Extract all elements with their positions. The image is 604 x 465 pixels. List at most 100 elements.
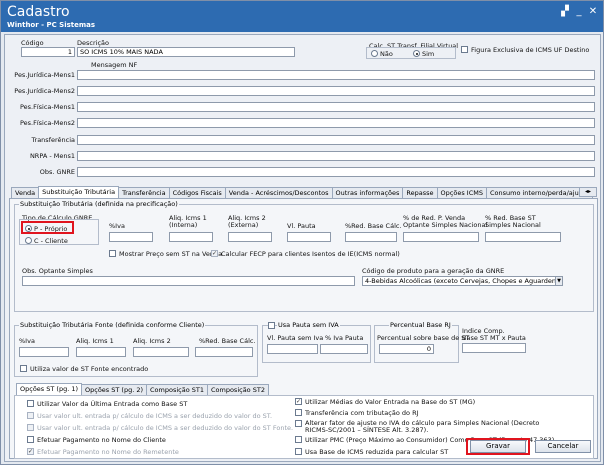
obs-optante-field[interactable] xyxy=(22,276,355,286)
indice-field[interactable] xyxy=(462,343,526,353)
tab-repasse[interactable]: Repasse xyxy=(402,187,438,198)
vl-pauta-label: Vl. Pauta sem Iva xyxy=(267,334,324,342)
fator-ajuste-checkbox[interactable] xyxy=(295,420,302,427)
red-venda-field[interactable] xyxy=(403,232,479,242)
pf-mens1-field[interactable] xyxy=(77,102,595,112)
aliq1-field[interactable] xyxy=(169,232,213,242)
option-label: Efetuar Pagamento no Nome do Cliente xyxy=(37,436,166,444)
iva-pauta-label: % Iva Pauta xyxy=(325,334,364,342)
ult-entrada-fonte-checkbox[interactable] xyxy=(27,424,34,431)
pagamento-remetente-checkbox[interactable]: ✓ xyxy=(27,448,34,455)
nao-radio[interactable] xyxy=(371,50,378,57)
iva-field[interactable] xyxy=(109,232,153,242)
tab-opcoes-st-pg1[interactable]: Opções ST (pg. 1) xyxy=(16,383,82,395)
tab-acrescimos-descontos[interactable]: Venda - Acréscimos/Descontos xyxy=(224,187,333,198)
figura-checkbox[interactable] xyxy=(461,46,468,53)
red-venda-sub-label: Optante Simples Nacional xyxy=(403,221,488,229)
option-label: Usar valor ult. entrada p/ cálculo de IC… xyxy=(37,412,273,420)
field-label: Pes.Física-Mens1 xyxy=(19,103,75,111)
fonte-aliq1-field[interactable] xyxy=(76,347,126,357)
fonte-aliq1-label: Aliq. Icms 1 xyxy=(76,337,114,345)
figura-label: Figura Exclusiva de ICMS UF Destino xyxy=(471,46,590,54)
perc-base-field[interactable]: 0 xyxy=(379,344,434,354)
st-group: Substituição Tributária (definida na pre… xyxy=(14,200,594,312)
tab-opcoes-st-pg2[interactable]: Opções ST (pg. 2) xyxy=(81,384,147,395)
pagamento-cliente-checkbox[interactable] xyxy=(27,436,34,443)
restore-icon[interactable]: ▞ xyxy=(559,7,571,17)
tab-venda[interactable]: Venda xyxy=(11,187,40,198)
codigo-field[interactable]: 1 xyxy=(21,47,75,57)
field-label: Transferência xyxy=(31,136,75,144)
sim-radio[interactable] xyxy=(413,50,420,57)
pauta-field[interactable] xyxy=(287,232,331,242)
nao-label: Não xyxy=(380,50,393,58)
main-tabstrip: Venda Substituição Tributária Transferênci… xyxy=(11,186,593,198)
transferencia-field[interactable] xyxy=(77,135,595,145)
iva-pauta-field[interactable] xyxy=(320,344,368,354)
pauta-label: Vl. Pauta xyxy=(287,222,316,230)
fecp-label: Calcular FECP para clientes Isentos de I… xyxy=(221,250,400,258)
option-label: Usa Base de ICMS reduzida para calcular … xyxy=(305,448,449,456)
usa-pauta-checkbox[interactable] xyxy=(268,322,275,329)
usa-pauta-label: Usa Pauta sem IVA xyxy=(277,321,340,329)
pj-mens1-field[interactable] xyxy=(77,70,595,80)
fecp-checkbox[interactable]: ✓ xyxy=(211,250,218,257)
fonte-iva-field[interactable] xyxy=(19,347,69,357)
aliq2-field[interactable] xyxy=(228,232,272,242)
tab-transferencia[interactable]: Transferência xyxy=(118,187,170,198)
descricao-field[interactable]: SO ICMS 10% MAIS NADA xyxy=(77,47,295,57)
option-label-cont: RICMS-SC/2001 – SÍNTESE Alt. 3.287). xyxy=(305,426,429,434)
vl-pauta-field[interactable] xyxy=(267,344,318,354)
fonte-red-base-label: %Red. Base Cálc. xyxy=(199,337,256,345)
nrpa-mens1-field[interactable] xyxy=(77,151,595,161)
red-st-field[interactable] xyxy=(485,232,561,242)
fonte-aliq2-label: Aliq. Icms 2 xyxy=(133,337,171,345)
tab-scroll-arrows[interactable]: ◂▸ xyxy=(579,187,597,197)
option-label: Transferência com tributação do RJ xyxy=(305,409,419,417)
tab-composicao-st1[interactable]: Composição ST1 xyxy=(146,384,208,395)
utiliza-fonte-checkbox[interactable] xyxy=(20,365,27,372)
cod-gnre-select[interactable]: 4-Bebidas Alcoólicas (exceto Cervejas, C… xyxy=(362,276,562,286)
pf-mens2-field[interactable] xyxy=(77,118,595,128)
cancelar-button[interactable]: Cancelar xyxy=(535,440,591,453)
perc-base-group: Percentual Base RJ Percentual sobre base… xyxy=(374,321,469,363)
obs-gnre-field[interactable] xyxy=(77,167,595,177)
mostrar-preco-checkbox[interactable] xyxy=(109,250,116,257)
cliente-radio[interactable] xyxy=(25,237,32,244)
tab-opcoes-icms[interactable]: Opções ICMS xyxy=(436,187,487,198)
tab-outras-informacoes[interactable]: Outras informações xyxy=(331,187,404,198)
red-base-field[interactable] xyxy=(345,232,397,242)
pauta-group: Usa Pauta sem IVA Vl. Pauta sem Iva % Iv… xyxy=(262,321,371,363)
pj-mens2-field[interactable] xyxy=(77,86,595,96)
st-fonte-title: Substituição Tributária Fonte (definida … xyxy=(19,321,206,329)
red-base-label: %Red. Base Cálc. xyxy=(345,222,402,230)
option-label: Usar valor ult. entrada p/ cálculo de IC… xyxy=(37,424,294,432)
st-group-title: Substituição Tributária (definida na pre… xyxy=(19,200,179,208)
minimize-icon[interactable]: _ xyxy=(573,7,585,17)
transferencia-rj-checkbox[interactable] xyxy=(295,409,302,416)
ult-entrada-st-checkbox[interactable] xyxy=(27,412,34,419)
cliente-label: C - Cliente xyxy=(34,237,68,245)
tab-consumo-interno[interactable]: Consumo interno/perda/ajuste xyxy=(485,187,593,198)
tab-codigos-fiscais[interactable]: Códigos Fiscais xyxy=(168,187,226,198)
mensagem-nf-label: Mensagem NF xyxy=(91,61,138,69)
medias-entrada-checkbox[interactable]: ✓ xyxy=(295,398,302,405)
chevron-down-icon[interactable]: ▼ xyxy=(555,276,563,286)
codigo-label: Código xyxy=(21,39,44,47)
form-body: Código 1 Descrição SO ICMS 10% MAIS NADA… xyxy=(4,34,601,462)
ultima-entrada-checkbox[interactable] xyxy=(27,400,34,407)
tab-composicao-st2[interactable]: Composição ST2 xyxy=(206,384,269,395)
cadastro-window: Cadastro Winthor - PC Sistemas ▞ _ ✕ Cód… xyxy=(0,0,604,465)
cod-gnre-label: Código de produto para a geração da GNRE xyxy=(362,267,505,275)
option-label: Utilizar Valor da Última Entrada como Ba… xyxy=(37,400,188,408)
indice-sub-label: Base ST MT x Pauta xyxy=(462,334,526,342)
sim-label: Sim xyxy=(422,50,435,58)
opcoes-tabstrip: Opções ST (pg. 1) Opções ST (pg. 2) Compos… xyxy=(16,383,269,395)
base-reduzida-checkbox[interactable] xyxy=(295,448,302,455)
tab-substituicao-tributaria[interactable]: Substituição Tributária xyxy=(38,186,120,198)
window-title: Cadastro xyxy=(7,4,70,20)
pmc-checkbox[interactable] xyxy=(295,436,302,443)
fonte-aliq2-field[interactable] xyxy=(133,347,189,357)
fonte-red-base-field[interactable] xyxy=(195,347,253,357)
close-icon[interactable]: ✕ xyxy=(587,7,599,17)
